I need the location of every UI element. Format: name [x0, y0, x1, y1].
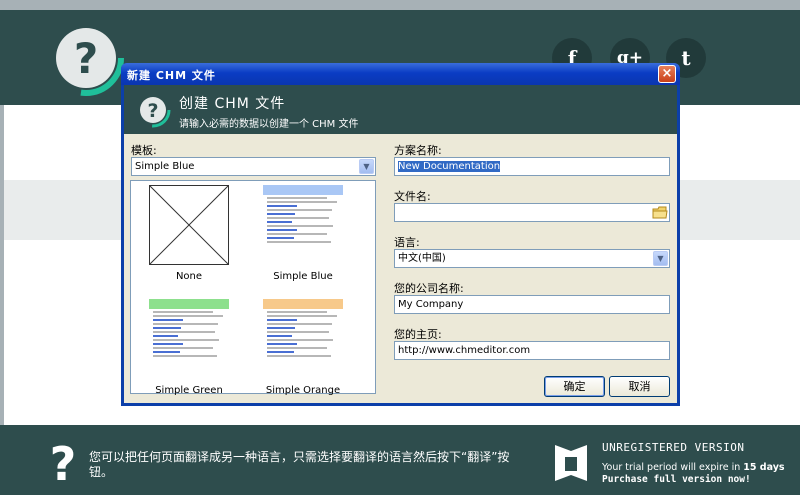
- template-gallery[interactable]: None Simple Blue Simple Green Simple Ora…: [130, 180, 376, 396]
- chevron-down-icon[interactable]: ▼: [653, 251, 668, 266]
- banner-title: 创建 CHM 文件: [179, 96, 286, 112]
- language-select[interactable]: 中文(中国) ▼: [394, 249, 670, 268]
- help-logo-icon: ?: [135, 92, 171, 128]
- dialog-title: 新建 CHM 文件: [127, 69, 216, 82]
- close-button[interactable]: ×: [658, 65, 676, 83]
- homepage-input[interactable]: http://www.chmeditor.com: [394, 341, 670, 360]
- language-select-value: 中文(中国): [398, 253, 446, 264]
- svg-text:?: ?: [50, 437, 77, 486]
- language-label: 语言:: [394, 236, 420, 249]
- help-logo-icon: ?: [50, 20, 124, 96]
- folder-icon[interactable]: [652, 205, 668, 220]
- homepage-value: http://www.chmeditor.com: [398, 345, 531, 356]
- unregistered-label: UNREGISTERED VERSION: [602, 441, 745, 454]
- template-preview: [149, 299, 229, 379]
- company-input[interactable]: My Company: [394, 295, 670, 314]
- cancel-button[interactable]: 取消: [609, 376, 670, 397]
- template-select[interactable]: Simple Blue ▼: [131, 157, 376, 176]
- purchase-link[interactable]: Purchase full version now!: [602, 474, 751, 485]
- chevron-down-icon[interactable]: ▼: [359, 159, 374, 174]
- project-name-label: 方案名称:: [394, 144, 442, 157]
- dialog-banner: ? 创建 CHM 文件 请输入必需的数据以创建一个 CHM 文件: [124, 85, 677, 134]
- template-name: None: [175, 271, 203, 282]
- template-name: Simple Green: [155, 385, 223, 396]
- filename-input[interactable]: [394, 203, 670, 222]
- footer-tip-text: 您可以把任何页面翻译成另一种语言，只需选择要翻译的语言然后按下“翻译”按钮。: [89, 450, 510, 479]
- dialog-titlebar[interactable]: 新建 CHM 文件 ×: [121, 63, 680, 85]
- svg-text:?: ?: [74, 34, 98, 83]
- empty-template-icon: [149, 185, 229, 265]
- template-preview: [263, 185, 343, 265]
- question-mark-icon: ?: [50, 437, 77, 486]
- template-label: 模板:: [131, 144, 157, 157]
- template-select-value: Simple Blue: [135, 161, 195, 172]
- trial-text: Your trial period will expire in 15 days: [602, 462, 785, 473]
- template-name: Simple Blue: [273, 271, 333, 282]
- banner-subtitle: 请输入必需的数据以创建一个 CHM 文件: [179, 119, 359, 130]
- dialog-body: ? 创建 CHM 文件 请输入必需的数据以创建一个 CHM 文件 模板: Sim…: [124, 85, 677, 403]
- project-name-input[interactable]: New Documentation: [394, 157, 670, 176]
- template-preview: [263, 299, 343, 379]
- homepage-label: 您的主页:: [394, 328, 442, 341]
- product-logo-icon: [555, 445, 587, 481]
- company-value: My Company: [398, 299, 464, 310]
- company-label: 您的公司名称:: [394, 282, 464, 295]
- svg-text:?: ?: [147, 100, 158, 122]
- template-name: Simple Orange: [265, 385, 341, 396]
- ok-button[interactable]: 确定: [544, 376, 605, 397]
- new-chm-dialog: 新建 CHM 文件 × ? 创建 CHM 文件 请输入必需的数据以创建一个 CH…: [121, 63, 680, 406]
- filename-label: 文件名:: [394, 190, 431, 203]
- project-name-value: New Documentation: [398, 161, 501, 172]
